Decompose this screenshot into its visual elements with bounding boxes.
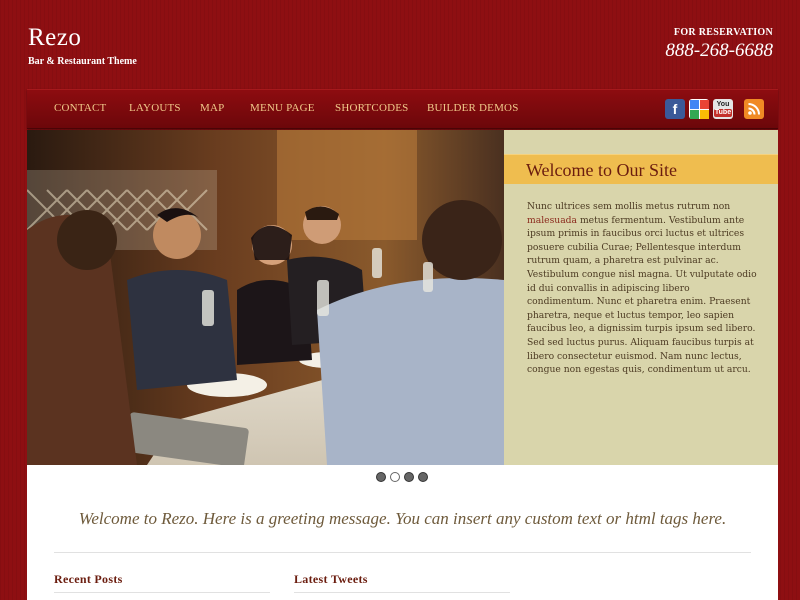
facebook-glyph: f [672, 101, 678, 117]
welcome-title: Welcome to Our Site [526, 160, 678, 180]
reservation-phone: 888-268-6688 [665, 40, 773, 61]
nav-item-contact[interactable]: CONTACT [54, 102, 106, 114]
latest-tweets-underline [294, 592, 510, 593]
main-nav: CONTACT LAYOUTS MAP MENU PAGE SHORTCODES… [27, 89, 778, 129]
nav-item-builder-demos[interactable]: BUILDER DEMOS [427, 102, 519, 114]
welcome-text-start: Nunc ultrices sem mollis metus rutrum no… [527, 201, 731, 212]
content-divider [54, 552, 751, 553]
welcome-text-link[interactable]: malesuada [527, 215, 577, 226]
nav-item-shortcodes[interactable]: SHORTCODES [335, 102, 408, 114]
nav-item-menu-page[interactable]: MENU PAGE [250, 102, 315, 114]
google-icon[interactable] [689, 99, 709, 119]
slider-pagination [376, 472, 428, 482]
welcome-text-end: metus fermentum. Vestibulum ante ipsum p… [527, 214, 757, 376]
youtube-text-top: You [716, 101, 730, 108]
slider-dot-2[interactable] [390, 472, 400, 482]
welcome-title-bar: Welcome to Our Site [504, 154, 778, 184]
slider-dot-1[interactable] [376, 472, 386, 482]
google-grid [689, 99, 709, 119]
nav-item-map[interactable]: MAP [200, 102, 224, 114]
slider-dot-4[interactable] [418, 472, 428, 482]
facebook-icon[interactable]: f [665, 99, 685, 119]
rss-icon[interactable] [744, 99, 764, 119]
site-title[interactable]: Rezo [28, 24, 81, 52]
recent-posts-underline [54, 592, 270, 593]
hero-slider: Welcome to Our Site Nunc ultrices sem mo… [27, 130, 778, 465]
nav-item-layouts[interactable]: LAYOUTS [129, 102, 181, 114]
content-area: Welcome to Rezo. Here is a greeting mess… [27, 465, 778, 600]
greeting-message: Welcome to Rezo. Here is a greeting mess… [78, 509, 727, 528]
welcome-text: Nunc ultrices sem mollis metus rutrum no… [527, 200, 757, 377]
hero-photo [27, 130, 504, 465]
slider-dot-3[interactable] [404, 472, 414, 482]
youtube-icon[interactable]: You Tube [713, 99, 733, 119]
youtube-text-bottom: Tube [713, 109, 733, 117]
welcome-panel: Welcome to Our Site Nunc ultrices sem mo… [504, 130, 778, 465]
latest-tweets-heading: Latest Tweets [294, 572, 368, 586]
site-tagline: Bar & Restaurant Theme [28, 56, 137, 67]
recent-posts-heading: Recent Posts [54, 572, 123, 586]
reservation-label: FOR RESERVATION [673, 27, 773, 38]
